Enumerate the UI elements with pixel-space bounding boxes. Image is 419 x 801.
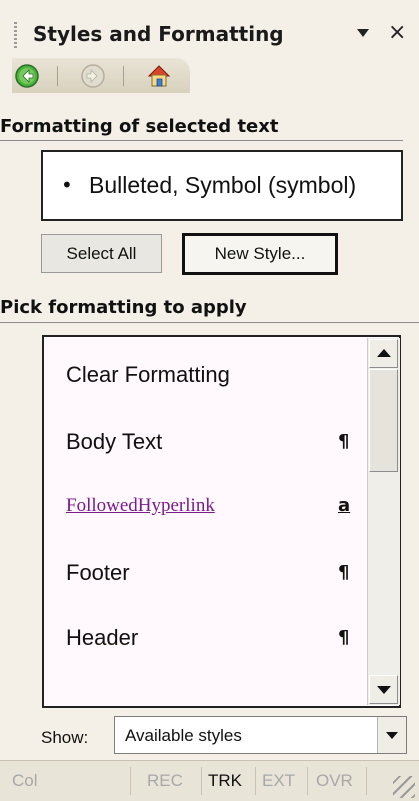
- pane-title-bar: Styles and Formatting ×: [0, 0, 419, 56]
- new-style-button[interactable]: New Style...: [182, 233, 338, 275]
- status-trk[interactable]: TRK: [208, 771, 242, 791]
- list-item-footer[interactable]: Footer: [66, 560, 130, 586]
- close-icon[interactable]: ×: [388, 20, 406, 45]
- drag-grip-icon[interactable]: [14, 22, 17, 48]
- status-separator: [255, 767, 256, 795]
- list-item-clear-formatting[interactable]: Clear Formatting: [66, 362, 230, 388]
- pane-menu-dropdown-icon[interactable]: [357, 29, 369, 37]
- pane-title: Styles and Formatting: [33, 22, 284, 46]
- forward-arrow-icon[interactable]: [80, 63, 106, 89]
- section-divider: [0, 322, 419, 323]
- bullet-glyph: •: [61, 173, 73, 197]
- status-ext[interactable]: EXT: [262, 771, 295, 791]
- status-separator: [130, 767, 131, 795]
- status-separator: [307, 767, 308, 795]
- paragraph-style-icon: ¶: [338, 431, 350, 452]
- status-rec[interactable]: REC: [147, 771, 183, 791]
- paragraph-style-icon: ¶: [338, 562, 350, 583]
- character-style-icon: a: [338, 495, 351, 516]
- selected-format-text: Bulleted, Symbol (symbol): [89, 172, 357, 198]
- show-dropdown-value: Available styles: [125, 726, 242, 745]
- scroll-down-arrow-icon: [377, 686, 391, 694]
- select-all-button[interactable]: Select All: [41, 234, 162, 273]
- list-item-followed-hyperlink[interactable]: FollowedHyperlink: [66, 495, 215, 517]
- scrollbar-thumb[interactable]: [369, 369, 398, 472]
- list-item-header[interactable]: Header: [66, 625, 138, 651]
- list-scrollbar[interactable]: [367, 338, 400, 705]
- scroll-up-arrow-icon: [377, 349, 391, 357]
- status-col: Col: [12, 771, 38, 790]
- status-separator: [366, 767, 367, 795]
- selected-text-heading: Formatting of selected text: [0, 116, 279, 137]
- pick-formatting-heading: Pick formatting to apply: [0, 297, 247, 318]
- toolbar-separator: [123, 66, 124, 86]
- show-label: Show:: [41, 728, 89, 747]
- list-item-body-text[interactable]: Body Text: [66, 429, 162, 455]
- show-dropdown-button[interactable]: [377, 717, 406, 753]
- resize-grip-icon[interactable]: [393, 776, 415, 798]
- status-ovr[interactable]: OVR: [316, 771, 353, 791]
- toolbar-separator: [57, 66, 58, 86]
- show-dropdown[interactable]: Available styles: [114, 716, 407, 754]
- back-arrow-icon[interactable]: [14, 63, 40, 89]
- pane-toolbar: [12, 58, 190, 93]
- chevron-down-icon: [386, 732, 398, 739]
- selected-format-box[interactable]: • Bulleted, Symbol (symbol): [41, 150, 403, 221]
- status-bar: Col REC TRK EXT OVR: [0, 760, 419, 801]
- styles-and-formatting-pane: Styles and Formatting × Formatting of se…: [0, 0, 419, 760]
- scroll-up-button[interactable]: [369, 339, 398, 368]
- section-divider: [0, 140, 403, 141]
- paragraph-style-icon: ¶: [338, 627, 350, 648]
- status-separator: [201, 767, 202, 795]
- styles-list[interactable]: Clear Formatting Body Text ¶ FollowedHyp…: [42, 335, 401, 708]
- scroll-down-button[interactable]: [369, 675, 398, 704]
- home-icon[interactable]: [146, 63, 172, 89]
